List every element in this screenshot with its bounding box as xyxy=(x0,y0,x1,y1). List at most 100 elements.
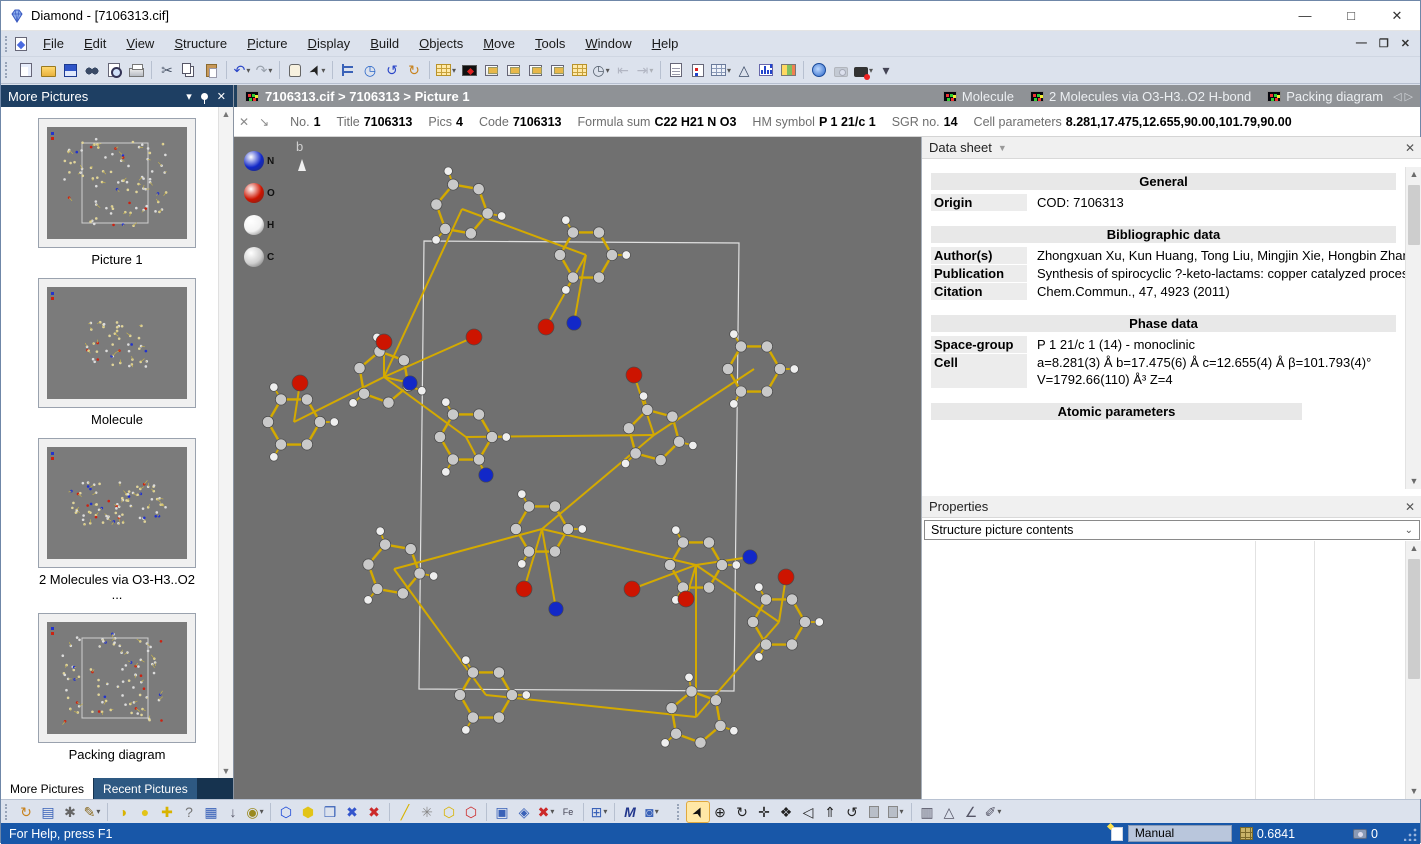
atom-design-icon[interactable]: ◑ xyxy=(112,802,134,822)
thumbnail-4[interactable]: Packing diagram xyxy=(38,613,196,762)
data-table-icon[interactable]: ▾ xyxy=(434,59,458,81)
menu-objects[interactable]: Objects xyxy=(409,31,473,56)
ring-fill-icon[interactable]: ⬢ xyxy=(297,802,319,822)
complete-fragment-icon[interactable]: ? xyxy=(178,802,200,822)
copy-picture-icon[interactable] xyxy=(502,59,524,81)
viewing-angle-icon[interactable]: ⇑ xyxy=(819,802,841,822)
view-direction-icon[interactable]: ◁ xyxy=(797,802,819,822)
dropdown-arrow-icon[interactable]: ▾ xyxy=(260,807,264,816)
table-view-icon[interactable]: ▾ xyxy=(709,59,733,81)
document-icon[interactable] xyxy=(15,37,27,51)
panel-menu-icon[interactable]: ▼ xyxy=(998,143,1007,153)
save-icon[interactable] xyxy=(59,59,81,81)
ring-red-icon[interactable]: ⬡ xyxy=(460,802,482,822)
dropdown-arrow-icon[interactable]: ▾ xyxy=(899,807,903,816)
reset-window-icon[interactable]: ↺ xyxy=(381,59,403,81)
panel-close-icon[interactable]: ✕ xyxy=(1405,500,1415,514)
scroll-down-icon[interactable]: ▼ xyxy=(1406,474,1421,489)
measure-triangle-icon[interactable]: △ xyxy=(938,802,960,822)
paste-icon[interactable] xyxy=(200,59,222,81)
scroll-up-icon[interactable]: ▲ xyxy=(222,109,231,119)
layer-build-icon[interactable]: ❒ xyxy=(319,802,341,822)
menu-view[interactable]: View xyxy=(116,31,164,56)
destroy-network-icon[interactable]: ✖ xyxy=(341,802,363,822)
dropdown-arrow-icon[interactable]: ▾ xyxy=(606,66,610,75)
translate-mode-icon[interactable]: ✛ xyxy=(753,802,775,822)
find-icon[interactable] xyxy=(81,59,103,81)
record-video-icon[interactable]: ▾ xyxy=(852,59,875,81)
report-table-icon[interactable] xyxy=(777,59,799,81)
pan-icon[interactable] xyxy=(284,59,306,81)
resize-grip[interactable] xyxy=(1404,827,1418,841)
rotate-picture-icon[interactable] xyxy=(524,59,546,81)
print-icon[interactable] xyxy=(125,59,147,81)
open-icon[interactable] xyxy=(37,59,59,81)
history-icon[interactable]: ◷▾ xyxy=(590,59,612,81)
fly-mode-icon[interactable]: ▾ xyxy=(885,802,907,822)
copy-icon[interactable] xyxy=(178,59,200,81)
measure-angle-icon[interactable]: ∠ xyxy=(960,802,982,822)
fe-bonds-icon[interactable]: Fe xyxy=(557,802,579,822)
breadcrumb[interactable]: 7106313.cif > 7106313 > Picture 1 xyxy=(237,89,470,104)
slide-show-icon[interactable] xyxy=(458,59,480,81)
properties-view-icon[interactable] xyxy=(687,59,709,81)
picture-settings-icon[interactable]: ◙▾ xyxy=(641,802,663,822)
menu-structure[interactable]: Structure xyxy=(164,31,237,56)
picture-gallery-icon[interactable] xyxy=(568,59,590,81)
dropdown-arrow-icon[interactable]: ▾ xyxy=(246,66,250,75)
scroll-thumb[interactable] xyxy=(1408,559,1420,679)
minimize-button[interactable]: — xyxy=(1282,1,1328,30)
navigation-tree-icon[interactable] xyxy=(337,59,359,81)
picture-tab-1[interactable]: Molecule xyxy=(943,89,1014,104)
menu-window[interactable]: Window xyxy=(575,31,641,56)
add-atom-icon[interactable]: ✚ xyxy=(156,802,178,822)
thumbnail-3[interactable]: 2 Molecules via O3-H3..O2 ... xyxy=(38,438,196,602)
dropdown-arrow-icon[interactable]: ▾ xyxy=(603,807,607,816)
tab-scroll-arrows[interactable]: ◁▷ xyxy=(1389,90,1420,103)
new-picture-icon[interactable] xyxy=(480,59,502,81)
ring-yellow-icon[interactable]: ⬡ xyxy=(438,802,460,822)
dropdown-arrow-icon[interactable]: ▾ xyxy=(268,66,272,75)
scroll-down-icon[interactable]: ▼ xyxy=(1406,784,1421,799)
drop-atom-icon[interactable]: ↓ xyxy=(222,802,244,822)
dropdown-arrow-icon[interactable]: ▾ xyxy=(649,66,653,75)
polyhedra-icon[interactable]: ◈ xyxy=(513,802,535,822)
panel-close-icon[interactable]: ✕ xyxy=(1405,141,1415,155)
menu-tools[interactable]: Tools xyxy=(525,31,575,56)
dropdown-arrow-icon[interactable]: ▾ xyxy=(452,66,456,75)
properties-category-select[interactable]: Structure picture contents ⌄ xyxy=(924,520,1420,540)
fill-cell-icon[interactable]: ▦ xyxy=(200,802,222,822)
pane-close-icon[interactable]: ✕ xyxy=(217,90,226,103)
toolbar-grip[interactable] xyxy=(5,804,10,820)
build-wizard-icon[interactable]: ✱ xyxy=(59,802,81,822)
mdi-minimize-button[interactable]: — xyxy=(1356,37,1367,50)
pane-menu-icon[interactable]: ▾ xyxy=(186,90,192,103)
toolbar-grip[interactable] xyxy=(677,804,682,820)
molecule-mode-icon[interactable]: M xyxy=(619,802,641,822)
redo-icon[interactable]: ↷▾ xyxy=(253,59,275,81)
dropdown-arrow-icon[interactable]: ▾ xyxy=(655,807,659,816)
update-icon[interactable]: ↻ xyxy=(403,59,425,81)
apply-scheme-icon[interactable]: ▤ xyxy=(37,802,59,822)
web-search-icon[interactable] xyxy=(808,59,830,81)
delete-bonds-icon[interactable]: ✖▾ xyxy=(535,802,557,822)
pointer-icon[interactable]: ➤▾ xyxy=(306,59,328,81)
measure-distance-icon[interactable]: ▥ xyxy=(916,802,938,822)
scroll-up-icon[interactable]: ▲ xyxy=(1406,167,1421,182)
auto-build-icon[interactable]: ✎▾ xyxy=(81,802,103,822)
thumbnail-2[interactable]: Molecule xyxy=(38,278,196,427)
distances-angles-icon[interactable]: △ xyxy=(733,59,755,81)
thumbnail-1[interactable]: Picture 1 xyxy=(38,118,196,267)
create-bond-icon[interactable]: ╱ xyxy=(394,802,416,822)
menu-picture[interactable]: Picture xyxy=(237,31,297,56)
previous-picture-icon[interactable]: ⇤ xyxy=(612,59,634,81)
zoom-mode-icon[interactable]: ❖ xyxy=(775,802,797,822)
data-brief-icon[interactable]: ◷ xyxy=(359,59,381,81)
dropdown-arrow-icon[interactable]: ▾ xyxy=(869,66,873,75)
select-mode-icon[interactable]: ➤ xyxy=(687,802,709,822)
scroll-down-icon[interactable]: ▼ xyxy=(222,766,231,776)
toolbar-grip[interactable] xyxy=(5,62,10,78)
document-view-icon[interactable] xyxy=(665,59,687,81)
close-info-icon[interactable]: ✕ xyxy=(239,115,249,129)
atom-group-icon[interactable]: ● xyxy=(134,802,156,822)
